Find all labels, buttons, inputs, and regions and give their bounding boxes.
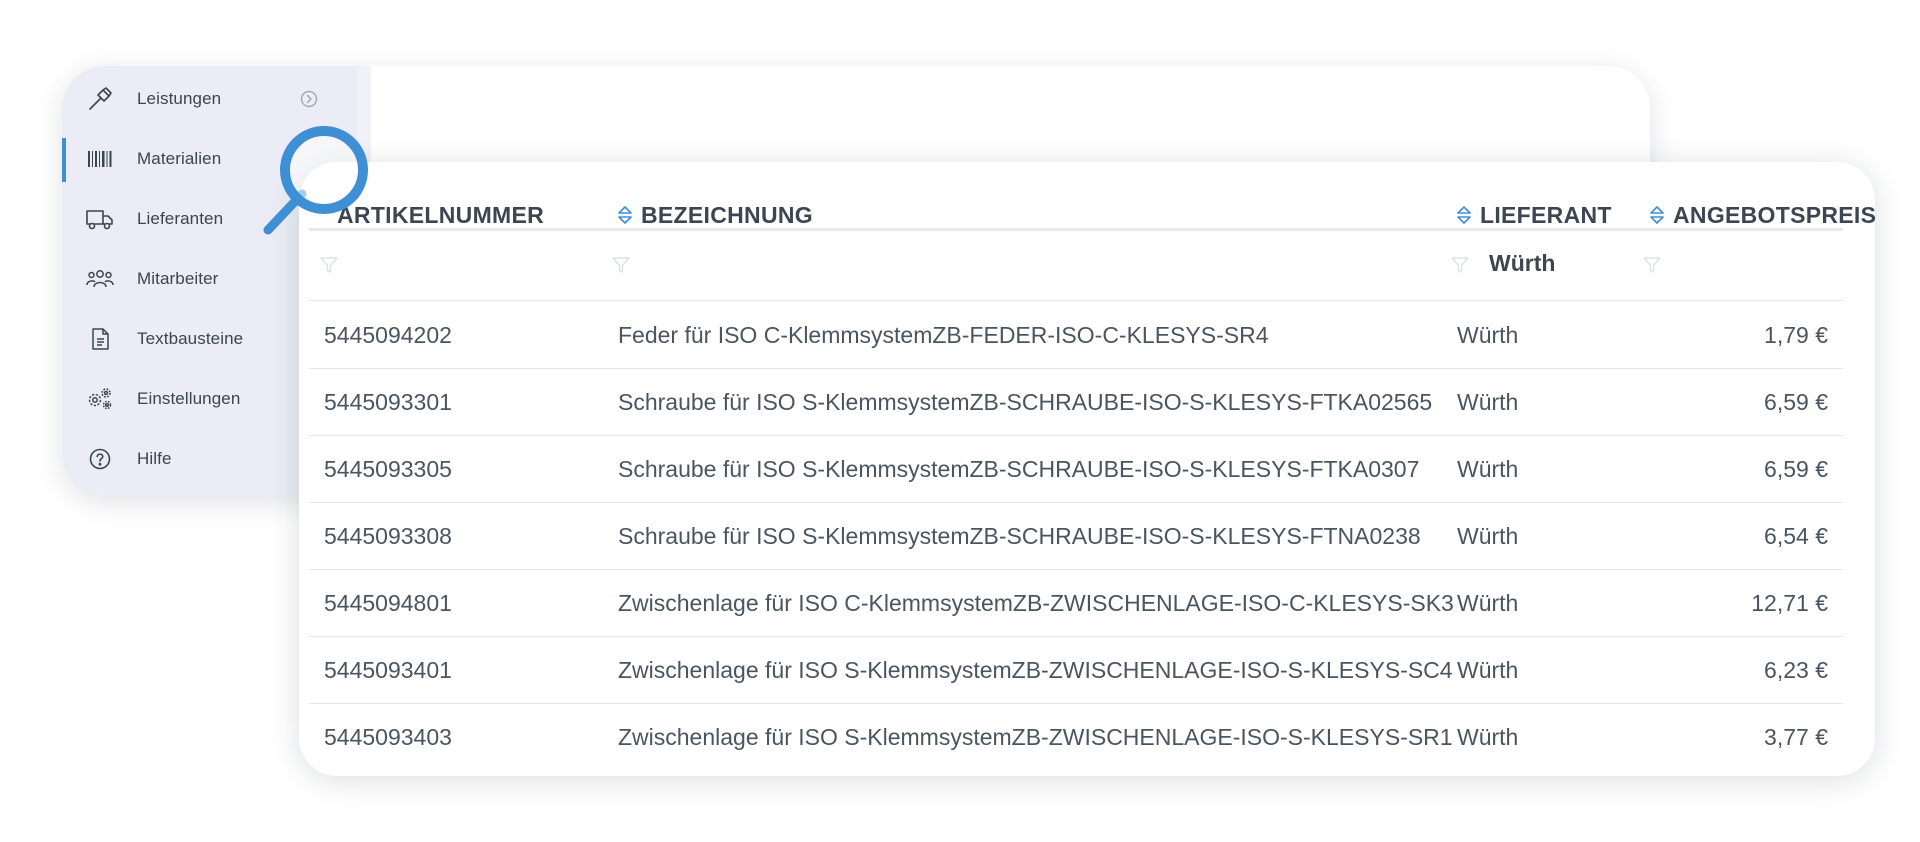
cell-bezeichnung: Schraube für ISO S-KlemmsystemZB-SCHRAUB… bbox=[618, 389, 1433, 415]
help-icon bbox=[86, 445, 114, 473]
cell-bezeichnung: Schraube für ISO S-KlemmsystemZB-SCHRAUB… bbox=[618, 523, 1421, 549]
chevron-right-circle-icon[interactable] bbox=[300, 90, 318, 108]
cell-artikelnummer: 5445093401 bbox=[324, 657, 452, 683]
filter-icon[interactable] bbox=[319, 255, 339, 275]
filter-icon[interactable] bbox=[611, 255, 631, 275]
sort-icon[interactable] bbox=[617, 204, 633, 226]
column-header-angebotspreis[interactable]: ANGEBOTSPREIS bbox=[1649, 198, 1876, 232]
sidebar-item-label: Hilfe bbox=[137, 449, 172, 468]
materials-table: ARTIKELNUMMER BEZEICHNUNG LIEFERANT ANGE… bbox=[299, 162, 1876, 776]
cell-artikelnummer: 5445093301 bbox=[324, 389, 452, 415]
cell-preis: 3,77 € bbox=[1764, 724, 1828, 750]
sidebar-item-label: Mitarbeiter bbox=[137, 269, 219, 288]
column-header-bezeichnung[interactable]: BEZEICHNUNG bbox=[617, 198, 813, 232]
cell-bezeichnung: Zwischenlage für ISO S-KlemmsystemZB-ZWI… bbox=[618, 657, 1453, 683]
cell-lieferant: Würth bbox=[1457, 657, 1519, 683]
document-icon bbox=[86, 325, 114, 353]
cell-artikelnummer: 5445093403 bbox=[324, 724, 452, 750]
cell-lieferant: Würth bbox=[1457, 523, 1519, 549]
magnifier-icon bbox=[250, 120, 380, 240]
cell-lieferant: Würth bbox=[1457, 724, 1519, 750]
filter-icon[interactable] bbox=[1450, 255, 1470, 275]
table-row[interactable]: 5445093301 Schraube für ISO S-Klemmsyste… bbox=[309, 369, 1843, 435]
cell-bezeichnung: Feder für ISO C-KlemmsystemZB-FEDER-ISO-… bbox=[618, 322, 1269, 348]
filter-icon[interactable] bbox=[1642, 255, 1662, 275]
table-row[interactable]: 5445093403 Zwischenlage für ISO S-Klemms… bbox=[309, 704, 1843, 770]
column-header-lieferant[interactable]: LIEFERANT bbox=[1456, 198, 1612, 232]
sidebar-item-label: Textbausteine bbox=[137, 329, 244, 348]
lieferant-filter-value[interactable]: Würth bbox=[1489, 250, 1555, 277]
table-row[interactable]: 5445094801 Zwischenlage für ISO C-Klemms… bbox=[309, 570, 1843, 636]
table-row[interactable]: 5445093305 Schraube für ISO S-Klemmsyste… bbox=[309, 436, 1843, 502]
sidebar-item-label: Materialien bbox=[137, 149, 222, 168]
sort-icon[interactable] bbox=[1649, 204, 1665, 226]
sort-icon[interactable] bbox=[1456, 204, 1472, 226]
column-header-label: BEZEICHNUNG bbox=[641, 201, 813, 228]
cell-lieferant: Würth bbox=[1457, 322, 1519, 348]
cell-artikelnummer: 5445094202 bbox=[324, 322, 452, 348]
cell-lieferant: Würth bbox=[1457, 590, 1519, 616]
header-divider bbox=[309, 228, 1843, 231]
team-icon bbox=[86, 265, 114, 293]
table-row[interactable]: 5445094202 Feder für ISO C-KlemmsystemZB… bbox=[309, 302, 1843, 368]
table-row[interactable]: 5445093401 Zwischenlage für ISO S-Klemms… bbox=[309, 637, 1843, 703]
cell-preis: 6,59 € bbox=[1764, 456, 1828, 482]
cell-preis: 6,54 € bbox=[1764, 523, 1828, 549]
cell-preis: 12,71 € bbox=[1751, 590, 1828, 616]
cell-bezeichnung: Schraube für ISO S-KlemmsystemZB-SCHRAUB… bbox=[618, 456, 1420, 482]
cell-preis: 6,59 € bbox=[1764, 389, 1828, 415]
cell-bezeichnung: Zwischenlage für ISO C-KlemmsystemZB-ZWI… bbox=[618, 590, 1454, 616]
cell-preis: 6,23 € bbox=[1764, 657, 1828, 683]
barcode-icon bbox=[86, 145, 114, 173]
cell-preis: 1,79 € bbox=[1764, 322, 1828, 348]
column-header-label: ANGEBOTSPREIS bbox=[1673, 201, 1877, 228]
sidebar-item-label: Lieferanten bbox=[137, 209, 224, 228]
sidebar-item-label: Leistungen bbox=[137, 89, 222, 108]
gears-icon bbox=[86, 385, 114, 413]
truck-icon bbox=[86, 205, 114, 233]
table-row[interactable]: 5445093308 Schraube für ISO S-Klemmsyste… bbox=[309, 503, 1843, 569]
cell-lieferant: Würth bbox=[1457, 389, 1519, 415]
column-header-label: LIEFERANT bbox=[1480, 201, 1612, 228]
filter-divider bbox=[309, 300, 1843, 301]
sidebar-item-leistungen[interactable]: Leistungen bbox=[62, 76, 357, 122]
cell-lieferant: Würth bbox=[1457, 456, 1519, 482]
sidebar-item-label: Einstellungen bbox=[137, 389, 241, 408]
cell-bezeichnung: Zwischenlage für ISO S-KlemmsystemZB-ZWI… bbox=[618, 724, 1453, 750]
cell-artikelnummer: 5445093305 bbox=[324, 456, 452, 482]
cell-artikelnummer: 5445093308 bbox=[324, 523, 452, 549]
hammer-icon bbox=[86, 85, 114, 113]
cell-artikelnummer: 5445094801 bbox=[324, 590, 452, 616]
